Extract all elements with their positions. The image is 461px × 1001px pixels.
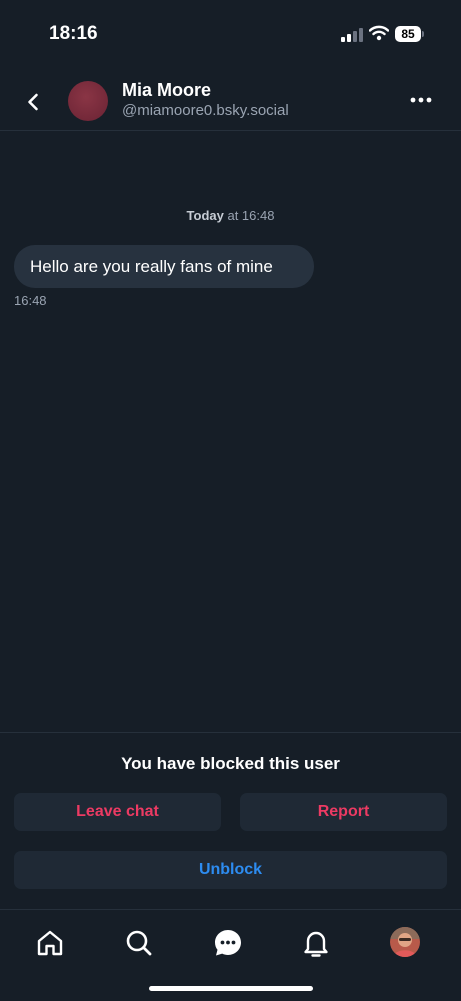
tab-profile[interactable]	[390, 927, 420, 957]
ellipsis-icon	[410, 97, 432, 103]
cellular-signal-icon	[341, 27, 363, 43]
status-time: 18:16	[49, 23, 98, 44]
wifi-icon	[368, 25, 390, 41]
message-timestamp: 16:48	[14, 293, 47, 308]
home-indicator	[149, 986, 313, 991]
report-button[interactable]: Report	[240, 793, 447, 831]
contact-name[interactable]: Mia Moore	[122, 80, 211, 101]
avatar	[390, 927, 420, 957]
blocked-notice: You have blocked this user	[121, 754, 340, 773]
tab-home[interactable]	[34, 927, 66, 959]
chat-icon	[215, 930, 241, 956]
contact-handle: @miamoore0.bsky.social	[122, 102, 289, 119]
tab-search[interactable]	[123, 927, 155, 959]
avatar[interactable]	[68, 81, 108, 121]
more-options-button[interactable]	[404, 88, 438, 112]
search-icon	[126, 930, 152, 956]
chevron-left-icon	[28, 93, 38, 111]
battery-tip	[422, 31, 424, 37]
tab-messages[interactable]	[212, 927, 244, 959]
date-separator: Today at 16:48	[0, 208, 461, 223]
tab-notifications[interactable]	[300, 927, 332, 959]
unblock-button[interactable]: Unblock	[14, 851, 447, 889]
conversation-header: Mia Moore @miamoore0.bsky.social	[0, 70, 461, 131]
date-separator-time: at 16:48	[223, 208, 275, 223]
date-separator-day: Today	[186, 208, 224, 223]
blocked-panel: You have blocked this user Leave chat Re…	[0, 732, 461, 910]
status-bar: 18:16 85	[0, 0, 461, 70]
leave-chat-button[interactable]: Leave chat	[14, 793, 221, 831]
home-icon	[37, 930, 63, 956]
bell-icon	[304, 931, 328, 957]
message-bubble[interactable]: Hello are you really fans of mine	[14, 245, 314, 288]
back-button[interactable]	[18, 87, 48, 117]
battery-level: 85	[395, 26, 421, 42]
bottom-tab-bar	[0, 909, 461, 1001]
battery-icon: 85	[395, 26, 425, 42]
